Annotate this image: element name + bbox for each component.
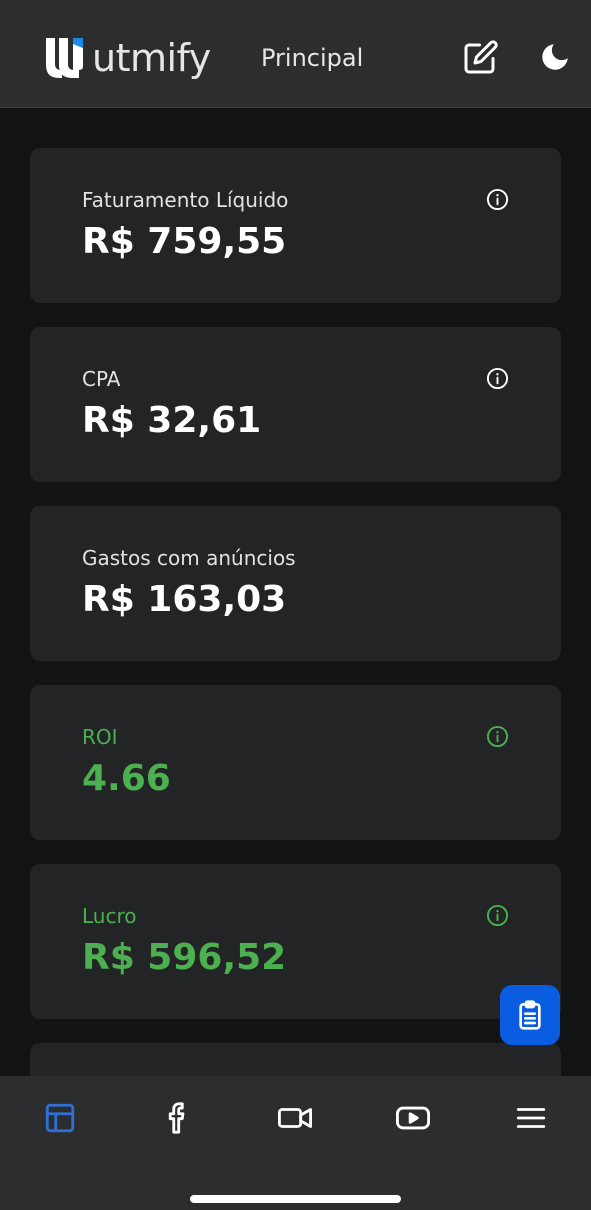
nav-item-dashboard[interactable] <box>40 1098 80 1138</box>
metric-value: R$ 163,03 <box>82 579 287 620</box>
app-screen: utmify Principal Faturamento Líquido R$ … <box>0 0 591 1210</box>
dashboard-content[interactable]: Faturamento Líquido R$ 759,55 CPA R$ 32,… <box>0 108 591 1076</box>
theme-toggle-button[interactable] <box>536 38 574 76</box>
nav-item-youtube[interactable] <box>393 1098 433 1138</box>
brand-name: utmify <box>92 36 211 80</box>
metric-label: Gastos com anúncios <box>82 546 296 570</box>
metric-label: ROI <box>82 725 118 749</box>
video-camera-icon <box>277 1108 312 1128</box>
metric-card-gastos: Gastos com anúncios R$ 163,03 <box>30 506 561 661</box>
info-icon[interactable] <box>486 725 509 748</box>
metric-card-partial <box>30 1043 561 1076</box>
bottom-navigation <box>0 1076 591 1210</box>
nav-item-video[interactable] <box>275 1098 315 1138</box>
metric-value: R$ 759,55 <box>82 221 287 262</box>
metric-card-lucro: Lucro R$ 596,52 <box>30 864 561 1019</box>
metric-label: CPA <box>82 367 121 391</box>
nav-item-menu[interactable] <box>511 1098 551 1138</box>
home-indicator[interactable] <box>190 1195 401 1203</box>
moon-icon <box>542 44 568 70</box>
utmify-logo-icon <box>46 38 83 78</box>
metric-value: 4.66 <box>82 758 171 799</box>
metric-label: Lucro <box>82 904 137 928</box>
metric-card-faturamento: Faturamento Líquido R$ 759,55 <box>30 148 561 303</box>
metric-label: Faturamento Líquido <box>82 188 289 212</box>
info-icon[interactable] <box>486 904 509 927</box>
dashboard-icon <box>45 1103 75 1133</box>
top-header: utmify Principal <box>0 0 591 108</box>
nav-item-facebook[interactable] <box>158 1098 198 1138</box>
page-title: Principal <box>261 44 364 72</box>
edit-button[interactable] <box>462 38 500 76</box>
clipboard-icon <box>519 1000 541 1030</box>
edit-icon <box>464 40 498 74</box>
metric-card-roi: ROI 4.66 <box>30 685 561 840</box>
youtube-icon <box>396 1106 430 1130</box>
facebook-icon <box>168 1102 185 1134</box>
menu-icon <box>516 1108 546 1128</box>
metric-card-cpa: CPA R$ 32,61 <box>30 327 561 482</box>
info-icon[interactable] <box>486 188 509 211</box>
metric-value: R$ 596,52 <box>82 937 287 978</box>
metric-value: R$ 32,61 <box>82 400 262 441</box>
brand-logo[interactable]: utmify <box>42 36 211 80</box>
clipboard-fab-button[interactable] <box>500 985 560 1045</box>
info-icon[interactable] <box>486 367 509 390</box>
